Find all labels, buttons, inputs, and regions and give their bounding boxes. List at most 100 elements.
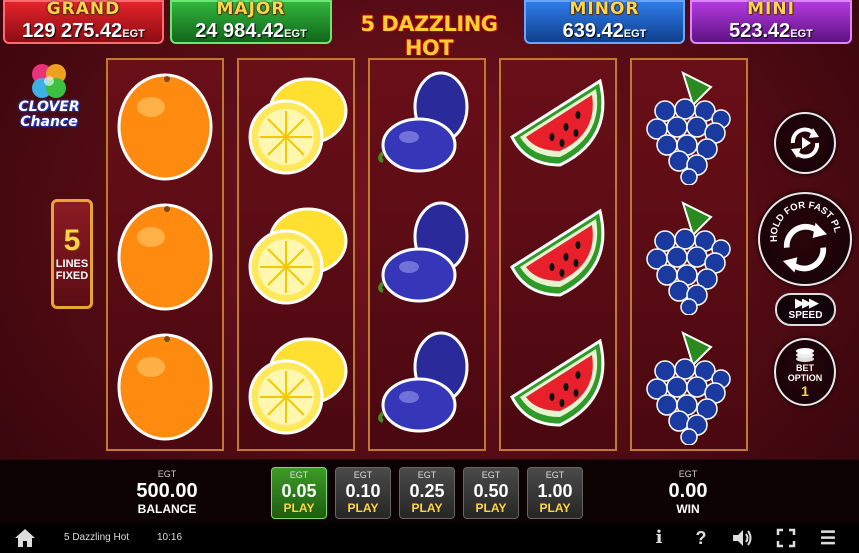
game-title: 5 Dazzling Hot: [64, 532, 130, 543]
autoplay-button[interactable]: [774, 112, 836, 174]
fullscreen-icon[interactable]: [776, 527, 796, 549]
jackpot-minor: MINOR 639.42EGT: [524, 0, 685, 44]
info-icon[interactable]: i: [651, 527, 667, 549]
orange-icon: [117, 203, 213, 311]
denomination-button[interactable]: EGT 0.25 PLAY: [399, 467, 455, 519]
autoplay-icon: [790, 127, 820, 159]
denomination-currency: EGT: [289, 470, 309, 480]
jackpot-mini-unit: EGT: [790, 28, 813, 40]
denomination-value: 0.05: [281, 481, 317, 501]
coins-icon: [796, 348, 814, 362]
jackpot-mini-name: MINI: [747, 0, 795, 19]
balance-currency: EGT: [157, 469, 177, 479]
jackpot-minor-value: 639.42: [562, 20, 624, 42]
denomination-currency: EGT: [545, 470, 565, 480]
lines-indicator: 5 LINES FIXED: [51, 199, 93, 309]
denomination-play-label: PLAY: [539, 501, 571, 515]
speed-button[interactable]: ▶▶▶ SPEED: [775, 293, 836, 326]
watermelon-icon: [510, 338, 605, 427]
lemon-symbol: [239, 60, 353, 190]
jackpot-mini: MINI 523.42EGT: [690, 0, 852, 44]
jackpot-major-name: MAJOR: [216, 0, 286, 19]
jackpot-minor-name: MINOR: [569, 0, 640, 19]
jackpot-mini-value: 523.42: [729, 20, 791, 42]
bet-option-label: BET: [796, 363, 814, 373]
lines-label: LINES: [55, 258, 89, 270]
reel-2: [237, 58, 355, 451]
reel-3: [368, 58, 486, 451]
plum-symbol: [370, 60, 484, 190]
denomination-button[interactable]: EGT 0.10 PLAY: [335, 467, 391, 519]
plum-symbol: [370, 320, 484, 450]
balance-value: 500.00: [136, 480, 198, 502]
win-value: 0.00: [668, 480, 708, 502]
watermelon-icon: [510, 78, 605, 167]
denomination-value: 0.25: [409, 481, 445, 501]
status-bar: 5 Dazzling Hot 10:16 i ? ☰: [0, 523, 859, 553]
home-icon[interactable]: [14, 528, 36, 548]
watermelon-symbol: [501, 190, 615, 320]
denomination-play-label: PLAY: [475, 501, 507, 515]
win-currency: EGT: [678, 469, 698, 479]
jackpot-grand-name: GRAND: [46, 0, 121, 19]
denomination-button[interactable]: EGT 1.00 PLAY: [527, 467, 583, 519]
denomination-button[interactable]: EGT 0.50 PLAY: [463, 467, 519, 519]
balance-display: EGT 500.00 BALANCE: [120, 469, 214, 516]
win-display: EGT 0.00 WIN: [650, 469, 726, 516]
lines-fixed-label: FIXED: [55, 270, 89, 282]
help-icon[interactable]: ?: [692, 527, 710, 549]
lemon-icon: [248, 77, 348, 175]
grapes-symbol: [632, 190, 746, 320]
sound-icon[interactable]: [731, 527, 753, 549]
win-label: WIN: [676, 502, 700, 516]
lemon-symbol: [239, 320, 353, 450]
denomination-play-label: PLAY: [347, 501, 379, 515]
grapes-symbol: [632, 60, 746, 190]
clover-logo-line2: Chance: [20, 114, 78, 130]
spin-hold-text: HOLD FOR FAST PLAY: [758, 194, 843, 242]
reel-5: [630, 58, 748, 451]
fast-forward-icon: ▶▶▶: [795, 295, 819, 310]
orange-icon: [117, 333, 213, 441]
spin-button[interactable]: HOLD FOR FAST PLAY: [758, 192, 852, 286]
jackpot-major: MAJOR 24 984.42EGT: [170, 0, 332, 44]
bet-option-button[interactable]: BET OPTION 1: [774, 338, 836, 406]
orange-symbol: [108, 190, 222, 320]
denomination-button[interactable]: EGT 0.05 PLAY: [271, 467, 327, 519]
lemon-symbol: [239, 190, 353, 320]
balance-label: BALANCE: [137, 502, 197, 516]
clover-chance-logo: CLOVER Chance: [12, 60, 86, 140]
denomination-value: 1.00: [537, 481, 573, 501]
watermelon-symbol: [501, 60, 615, 190]
menu-icon[interactable]: ☰: [817, 527, 839, 549]
spin-icon: HOLD FOR FAST PLAY: [758, 194, 843, 273]
denomination-play-label: PLAY: [411, 501, 443, 515]
lines-count: 5: [63, 224, 81, 257]
reel-4: [499, 58, 617, 451]
clover-icon: [32, 64, 66, 98]
denomination-currency: EGT: [353, 470, 373, 480]
jackpot-grand-unit: EGT: [122, 28, 145, 40]
game-logo: 5 DAZZLING HOT: [360, 12, 498, 60]
speed-label: SPEED: [788, 310, 823, 321]
denomination-value: 0.10: [345, 481, 381, 501]
denomination-currency: EGT: [481, 470, 501, 480]
plum-icon: [378, 71, 469, 173]
grapes-symbol: [632, 320, 746, 450]
denomination-currency: EGT: [417, 470, 437, 480]
clover-logo-line1: CLOVER: [18, 99, 80, 115]
lemon-icon: [248, 337, 348, 435]
bet-option-label-2: OPTION: [787, 373, 823, 383]
bet-option-value: 1: [801, 383, 809, 399]
orange-icon: [117, 73, 213, 181]
jackpot-major-unit: EGT: [284, 28, 307, 40]
reel-1: [106, 58, 224, 451]
jackpot-minor-unit: EGT: [623, 28, 647, 40]
clock: 10:16: [157, 532, 183, 543]
denomination-play-label: PLAY: [283, 501, 315, 515]
plum-icon: [378, 201, 469, 303]
jackpot-grand: GRAND 129 275.42EGT: [3, 0, 164, 44]
grapes-icon: [646, 201, 731, 315]
watermelon-icon: [510, 208, 605, 297]
jackpot-grand-value: 129 275.42: [22, 20, 123, 42]
